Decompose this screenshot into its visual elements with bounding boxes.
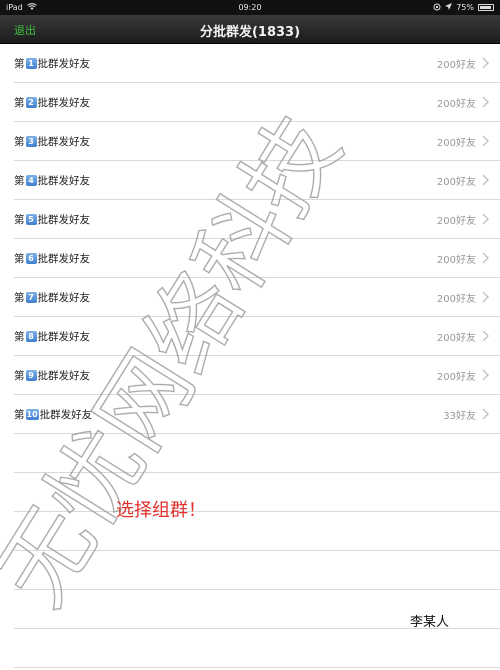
list-item-title: 第 1 批群发好友 [14,56,90,71]
empty-row [14,629,500,668]
list-item-label: 批群发好友 [37,252,91,265]
chevron-right-icon [482,369,489,381]
list-item-title: 第 8 批群发好友 [14,329,90,344]
friend-count: 200好友 [436,176,476,188]
list-item[interactable]: 第 2 批群发好友 200好友 [14,83,500,122]
list-item[interactable]: 第 5 批群发好友 200好友 [14,200,500,239]
list-item-label: 批群发好友 [37,213,91,226]
batch-number-badge: 1 [25,57,37,69]
list-item[interactable]: 第 6 批群发好友 200好友 [14,239,500,278]
list-item-label: 批群发好友 [37,330,91,343]
list-item-prefix: 第 [14,408,25,421]
list-item[interactable]: 第 1 批群发好友 200好友 [14,44,500,83]
annotation-text: 选择组群！ [116,500,206,521]
friend-count: 200好友 [436,332,476,344]
batch-number-badge: 10 [25,408,39,420]
batch-number-badge: 5 [25,213,37,225]
list-item[interactable]: 第 9 批群发好友 200好友 [14,356,500,395]
batch-number-badge: 3 [25,135,37,147]
friend-count: 200好友 [436,215,476,227]
friend-count: 200好友 [436,98,476,110]
chevron-right-icon [482,174,489,186]
list-item[interactable]: 第 10 批群发好友 33好友 [14,395,500,434]
empty-row [14,512,500,551]
list-item[interactable]: 第 4 批群发好友 200好友 [14,161,500,200]
list-item-prefix: 第 [14,252,25,265]
chevron-right-icon [482,252,489,264]
status-right: 75% [433,3,494,13]
list-item-prefix: 第 [14,291,25,304]
location-arrow-icon [445,3,453,12]
list-item-title: 第 7 批群发好友 [14,290,90,305]
chevron-right-icon [482,96,489,108]
device-label: iPad [6,3,23,12]
status-time: 09:20 [238,3,262,12]
list-item-prefix: 第 [14,57,25,70]
friend-count: 200好友 [436,254,476,266]
status-left: iPad [6,2,37,13]
battery-icon [478,4,494,11]
list-item-prefix: 第 [14,330,25,343]
batch-number-badge: 2 [25,96,37,108]
wifi-icon [26,2,37,13]
batch-number-badge: 9 [25,369,37,381]
list-item[interactable]: 第 3 批群发好友 200好友 [14,122,500,161]
list-item-label: 批群发好友 [37,291,91,304]
list-item-title: 第 2 批群发好友 [14,95,90,110]
friend-count: 33好友 [443,410,476,422]
list-item-label: 批群发好友 [39,408,93,421]
list-item[interactable]: 第 8 批群发好友 200好友 [14,317,500,356]
navigation-bar: 退出 分批群发(1833) [0,15,500,44]
batch-number-badge: 7 [25,291,37,303]
list-item-prefix: 第 [14,213,25,226]
list-item-label: 批群发好友 [37,369,91,382]
list-item-title: 第 4 批群发好友 [14,173,90,188]
chevron-right-icon [482,213,489,225]
friend-count: 200好友 [436,137,476,149]
list-item-label: 批群发好友 [37,174,91,187]
list-item-prefix: 第 [14,369,25,382]
list-item-title: 第 3 批群发好友 [14,134,90,149]
list-item-title: 第 6 批群发好友 [14,251,90,266]
list-item-title: 第 5 批群发好友 [14,212,90,227]
empty-row [14,473,500,512]
list-item-label: 批群发好友 [37,57,91,70]
signature-text: 李某人 [410,615,450,630]
chevron-right-icon [482,330,489,342]
friend-count: 200好友 [436,371,476,383]
friend-count: 200好友 [436,293,476,305]
batch-number-badge: 8 [25,330,37,342]
status-bar: iPad 09:20 75% [0,0,500,15]
empty-row [14,434,500,473]
page-title: 分批群发(1833) [199,25,301,40]
orientation-lock-icon [433,3,441,13]
friend-count: 200好友 [436,59,476,71]
list-item-prefix: 第 [14,135,25,148]
list-item[interactable]: 第 7 批群发好友 200好友 [14,278,500,317]
batch-number-badge: 6 [25,252,37,264]
empty-row [14,551,500,590]
battery-percent: 75% [456,3,474,12]
list-item-title: 第 10 批群发好友 [14,407,92,422]
batch-list: 第 1 批群发好友 200好友第 2 批群发好友 200好友第 3 批群发好友 200好友第 4 批群… [0,44,500,668]
chevron-right-icon [482,135,489,147]
list-item-title: 第 9 批群发好友 [14,368,90,383]
list-item-label: 批群发好友 [37,96,91,109]
list-item-prefix: 第 [14,174,25,187]
batch-number-badge: 4 [25,174,37,186]
list-item-label: 批群发好友 [37,135,91,148]
list-item-prefix: 第 [14,96,25,109]
chevron-right-icon [482,408,489,420]
chevron-right-icon [482,291,489,303]
chevron-right-icon [482,57,489,69]
